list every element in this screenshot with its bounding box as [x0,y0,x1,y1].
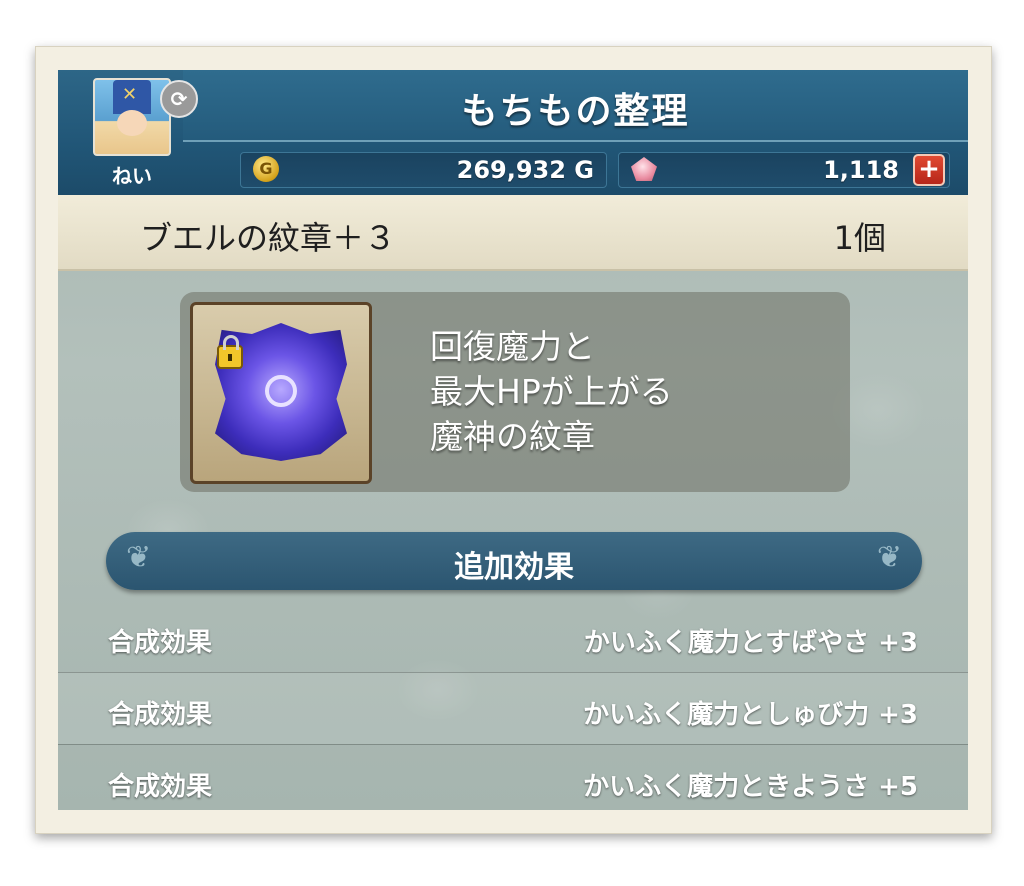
item-header-row: ブエルの紋章＋３ 1個 [58,195,968,271]
add-gems-button[interactable]: + [913,154,945,186]
top-header: もちもの整理 ⟳ ねい G 269,932 G 1,118 + [58,70,968,195]
title-bar: もちもの整理 [183,70,968,142]
description-line: 魔神の紋章 [430,417,595,456]
gem-counter: 1,118 + [618,152,950,188]
lock-icon [217,335,243,369]
crest-eye-icon [265,375,297,407]
effect-label: 合成効果 [108,628,213,658]
effect-label: 合成効果 [108,772,213,802]
effect-label: 合成効果 [108,700,213,730]
avatar-hat [113,80,151,114]
effect-value: かいふく魔力ときようさ +5 [583,772,918,802]
item-icon-frame[interactable] [190,302,372,484]
effect-value: かいふく魔力としゅび力 +3 [583,700,918,730]
effect-value: かいふく魔力とすばやさ +3 [583,628,918,658]
gold-coin-icon: G [253,156,279,182]
gem-amount: 1,118 [823,156,899,184]
bonus-effects-header: ❦ 追加効果 ❦ [106,532,922,590]
effect-row: 合成効果 かいふく魔力としゅび力 +3 [58,672,968,745]
avatar[interactable] [93,78,171,156]
swap-icon[interactable]: ⟳ [160,80,198,118]
gold-counter: G 269,932 G [240,152,607,188]
gem-icon [631,157,657,181]
section-title: 追加効果 [454,550,574,585]
player-name: ねい [112,164,152,188]
effect-row: 合成効果 かいふく魔力とすばやさ +3 [58,600,968,673]
description-line: 回復魔力と [430,327,595,366]
item-description: 回復魔力と 最大HPが上がる 魔神の紋章 [430,324,830,459]
description-line: 最大HPが上がる [430,372,673,411]
item-name: ブエルの紋章＋３ [140,219,397,257]
game-screen: もちもの整理 ⟳ ねい G 269,932 G 1,118 + ブエルの紋章＋３… [58,70,968,810]
avatar-face [117,110,147,136]
effect-row: 合成効果 かいふく魔力ときようさ +5 [58,744,968,810]
item-count: 1個 [833,219,886,257]
flourish-right-icon: ❦ [876,540,902,575]
plus-icon: + [918,154,940,184]
gold-amount: 269,932 G [456,156,594,184]
page-title: もちもの整理 [461,91,690,132]
